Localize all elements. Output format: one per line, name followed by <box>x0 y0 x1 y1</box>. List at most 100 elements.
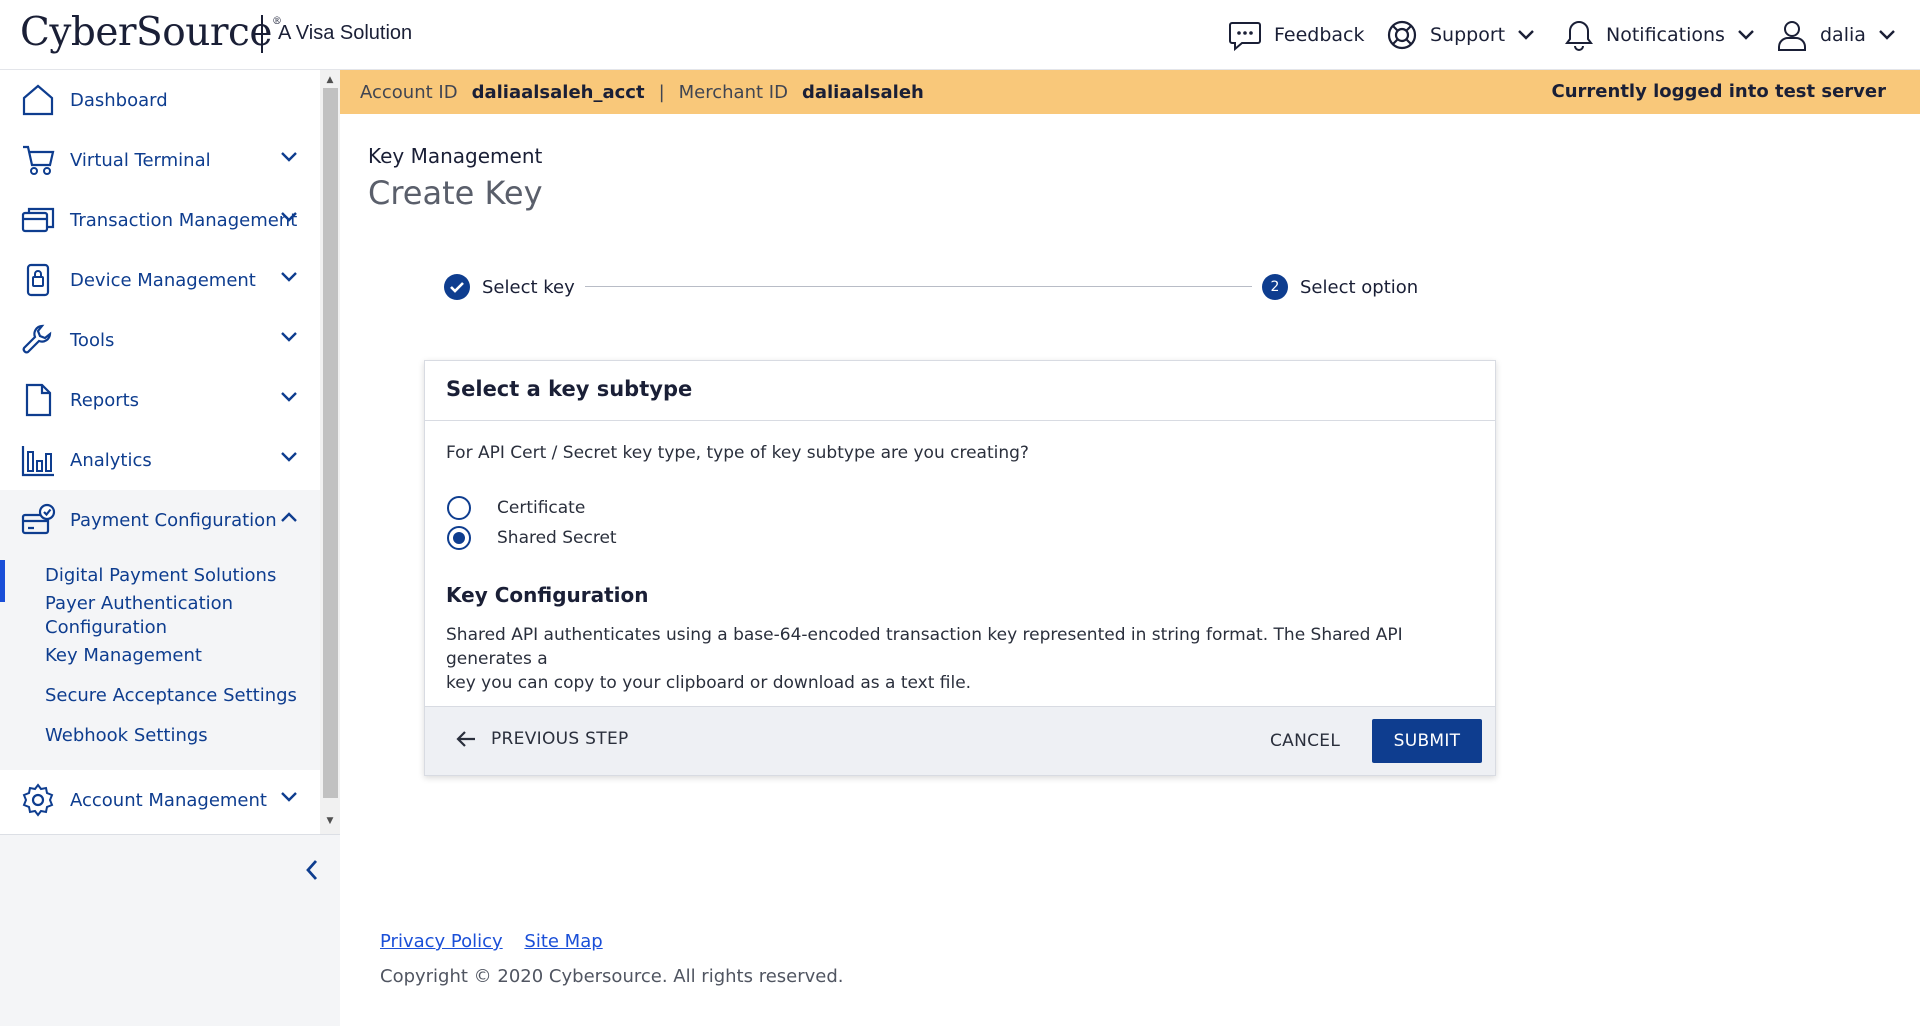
page-title: Create Key <box>368 174 543 212</box>
sidebar-item-device-management[interactable]: Device Management <box>0 250 320 310</box>
sidebar-item-label: Dashboard <box>70 89 168 111</box>
feedback-button[interactable]: Feedback <box>1228 0 1364 70</box>
footer-links: Privacy Policy Site Map <box>380 931 619 952</box>
sidebar-subitem-payer-authentication-cont[interactable]: Configuration <box>45 616 167 640</box>
chevron-down-icon <box>281 212 297 222</box>
sidebar-item-virtual-terminal[interactable]: Virtual Terminal <box>0 130 320 190</box>
device-icon <box>26 263 50 297</box>
sidebar-subitem-webhook-settings[interactable]: Webhook Settings <box>45 724 208 748</box>
document-icon <box>25 383 52 417</box>
chevron-down-icon <box>1879 30 1895 40</box>
cart-icon <box>23 145 55 175</box>
scroll-down-arrow-icon[interactable]: ▼ <box>324 815 336 827</box>
sidebar-subitem-key-management[interactable]: Key Management <box>45 644 202 668</box>
key-subtype-card: Select a key subtype For API Cert / Secr… <box>424 360 1496 776</box>
banner-separator: | <box>658 81 665 103</box>
support-menu[interactable]: Support <box>1386 0 1535 70</box>
sidebar-item-payment-configuration[interactable]: Payment Configuration <box>0 490 320 550</box>
radio-option-shared-secret[interactable]: Shared Secret <box>447 525 617 551</box>
sidebar-subitem-payer-authentication[interactable]: Payer Authentication <box>45 592 233 616</box>
sidebar-item-label: Tools <box>70 329 115 351</box>
lifebuoy-icon <box>1387 20 1417 50</box>
logo-divider <box>261 15 263 53</box>
logo-tagline: A Visa Solution <box>278 22 413 44</box>
submit-button[interactable]: SUBMIT <box>1372 719 1482 763</box>
step-select-option: 2 Select option <box>1262 274 1419 300</box>
site-map-link[interactable]: Site Map <box>524 931 602 952</box>
cancel-button[interactable]: CANCEL <box>1270 731 1340 751</box>
sidebar-item-analytics[interactable]: Analytics <box>0 430 320 490</box>
previous-step-label: PREVIOUS STEP <box>491 729 629 749</box>
description-line: key you can copy to your clipboard or do… <box>446 673 972 693</box>
sidebar-subitem-secure-acceptance-settings[interactable]: Secure Acceptance Settings <box>45 684 297 708</box>
previous-step-button[interactable]: PREVIOUS STEP <box>455 729 629 749</box>
chevron-down-icon <box>281 392 297 402</box>
sidebar-item-reports[interactable]: Reports <box>0 370 320 430</box>
subtype-question: For API Cert / Secret key type, type of … <box>446 443 1029 463</box>
scroll-up-arrow-icon[interactable]: ▲ <box>324 74 336 86</box>
cybersource-logo[interactable]: CyberSource® <box>20 10 282 55</box>
chevron-down-icon <box>281 152 297 162</box>
merchant-id-label: Merchant ID <box>678 81 788 103</box>
description-line: Shared API authenticates using a base-64… <box>446 625 1403 669</box>
bell-icon <box>1565 20 1593 51</box>
cards-icon <box>21 207 55 233</box>
step-label: Select option <box>1300 276 1419 298</box>
sidebar-item-label: Transaction Management <box>70 209 298 231</box>
collapse-sidebar-chevron-left-icon[interactable] <box>300 858 324 882</box>
home-icon <box>22 84 54 116</box>
user-name: dalia <box>1820 24 1866 46</box>
step-number: 2 <box>1262 274 1288 300</box>
feedback-label: Feedback <box>1274 24 1365 46</box>
sidebar-item-label: Payment Configuration <box>70 509 277 531</box>
chevron-up-icon <box>281 512 297 522</box>
sidebar-subitem-digital-payment-solutions[interactable]: Digital Payment Solutions <box>45 564 276 588</box>
top-header: CyberSource® A Visa Solution Feedback Su… <box>0 0 1920 70</box>
chevron-down-icon <box>281 272 297 282</box>
privacy-policy-link[interactable]: Privacy Policy <box>380 931 503 952</box>
copyright-text: Copyright © 2020 Cybersource. All rights… <box>380 966 844 987</box>
chevron-down-icon <box>281 792 297 802</box>
chevron-down-icon <box>281 332 297 342</box>
step-label: Select key <box>482 276 575 298</box>
notifications-menu[interactable]: Notifications <box>1564 0 1755 70</box>
check-circle-icon <box>444 274 470 300</box>
sidebar-item-label: Device Management <box>70 269 256 291</box>
gear-icon <box>22 783 54 817</box>
active-indicator <box>0 560 5 602</box>
sidebar-item-transaction-management[interactable]: Transaction Management <box>0 190 320 250</box>
sidebar-item-account-management[interactable]: Account Management <box>0 770 320 830</box>
chevron-down-icon <box>281 452 297 462</box>
radio-option-certificate[interactable]: Certificate <box>447 495 585 521</box>
radio-label: Certificate <box>497 498 586 518</box>
account-id-label: Account ID <box>360 81 458 103</box>
key-configuration-title: Key Configuration <box>446 583 649 607</box>
card-check-icon <box>21 503 56 535</box>
user-icon <box>1778 21 1806 51</box>
sidebar-nav: Dashboard Virtual Terminal Transaction M… <box>0 70 320 834</box>
breadcrumb: Key Management <box>368 144 543 168</box>
sidebar-item-dashboard[interactable]: Dashboard <box>0 70 320 130</box>
chevron-down-icon <box>1738 30 1754 40</box>
merchant-id-value: daliaalsaleh <box>801 81 924 103</box>
radio-label: Shared Secret <box>497 528 617 548</box>
support-label: Support <box>1430 24 1506 46</box>
notifications-label: Notifications <box>1606 24 1725 46</box>
sidebar-item-tools[interactable]: Tools <box>0 310 320 370</box>
payment-configuration-submenu: Digital Payment Solutions Payer Authenti… <box>0 542 320 770</box>
chevron-down-icon <box>1518 30 1534 40</box>
sidebar-item-label: Reports <box>70 389 140 411</box>
card-title: Select a key subtype <box>446 377 693 401</box>
step-select-key[interactable]: Select key <box>444 274 585 300</box>
arrow-left-icon <box>456 731 475 747</box>
sidebar-item-label: Virtual Terminal <box>70 149 211 171</box>
stepper-connector <box>572 286 1252 287</box>
wrench-icon <box>22 324 52 354</box>
account-id-value: daliaalsaleh_acct <box>471 81 645 103</box>
sidebar-item-label: Account Management <box>70 789 267 811</box>
sidebar-scroll-thumb[interactable] <box>323 88 338 798</box>
user-menu[interactable]: dalia <box>1776 0 1896 70</box>
radio-button[interactable] <box>447 496 471 520</box>
radio-button-selected[interactable] <box>447 526 471 550</box>
key-configuration-description: Shared API authenticates using a base-64… <box>446 623 1466 695</box>
